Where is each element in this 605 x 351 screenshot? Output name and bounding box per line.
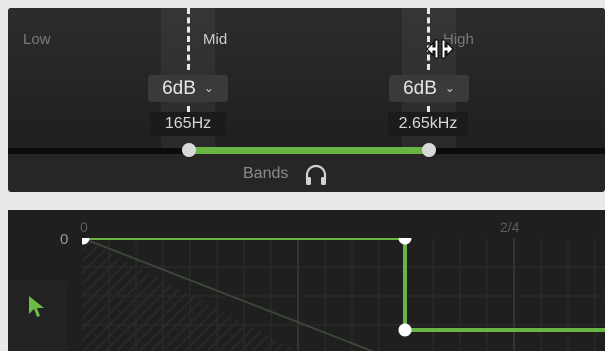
bands-label: Bands [243,165,289,182]
crossover-panel: Low Mid High 6dB ⌄ 6dB ⌄ 165Hz 2.65kHz Ban… [8,8,605,192]
envelope-node-step[interactable] [398,238,412,245]
mid-band-range-bar[interactable] [189,147,429,154]
headphones-icon[interactable] [304,164,328,186]
low-mid-crossover-marker[interactable] [187,8,190,70]
mid-high-band-handle[interactable] [422,143,436,157]
envelope-node-low[interactable] [398,323,412,337]
chevron-down-icon: ⌄ [203,81,214,95]
x-tick-start-label: 0 [80,219,88,235]
horizontal-resize-cursor-icon [426,39,454,59]
pointer-cursor-icon [29,296,44,317]
mid-gain-dropdown[interactable]: 6dB ⌄ [148,75,228,102]
crossover-spectrum-area [8,8,605,148]
y-axis-zero-label: 0 [60,231,69,248]
envelope-graph[interactable] [82,238,605,351]
x-tick-mid-label: 2/4 [500,219,520,235]
mid-gain-value: 6dB [162,78,196,99]
band-label-low: Low [23,31,51,48]
mid-high-frequency-field[interactable]: 2.65kHz [388,112,468,136]
envelope-graph-panel: 0 0 2/4 [8,210,605,351]
low-mid-frequency-field[interactable]: 165Hz [150,112,226,136]
high-gain-value: 6dB [403,78,437,99]
chevron-down-icon: ⌄ [444,81,455,95]
low-mid-band-handle[interactable] [182,143,196,157]
band-label-mid: Mid [203,31,228,48]
high-gain-dropdown[interactable]: 6dB ⌄ [389,75,469,102]
